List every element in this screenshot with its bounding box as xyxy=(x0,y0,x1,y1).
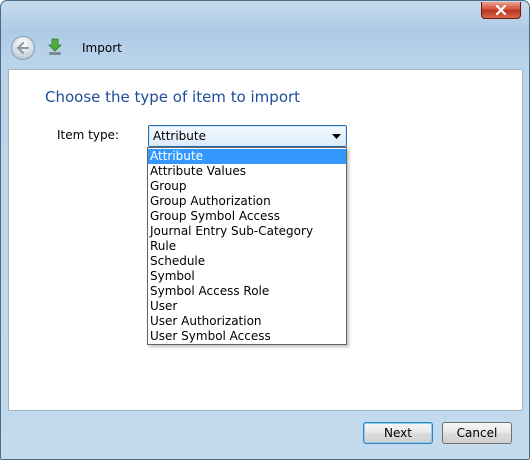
close-button[interactable] xyxy=(481,2,521,19)
dropdown-option[interactable]: Group Symbol Access xyxy=(148,209,346,224)
item-type-label: Item type: xyxy=(57,128,119,142)
back-button[interactable] xyxy=(11,36,35,60)
window-title: Import xyxy=(82,41,122,55)
dropdown-option[interactable]: Group Authorization xyxy=(148,194,346,209)
import-window: Import Choose the type of item to import… xyxy=(0,0,530,460)
dropdown-option[interactable]: Attribute Values xyxy=(148,164,346,179)
close-icon xyxy=(495,5,507,15)
dropdown-option[interactable]: Symbol xyxy=(148,269,346,284)
dropdown-option[interactable]: User Symbol Access xyxy=(148,329,346,344)
chevron-down-icon xyxy=(329,129,343,143)
dropdown-option[interactable]: User Authorization xyxy=(148,314,346,329)
page-heading: Choose the type of item to import xyxy=(45,88,301,106)
next-button[interactable]: Next xyxy=(363,422,433,444)
dropdown-option[interactable]: Group xyxy=(148,179,346,194)
back-arrow-icon xyxy=(17,42,29,54)
item-type-select[interactable]: Attribute xyxy=(148,125,347,147)
dropdown-option[interactable]: User xyxy=(148,299,346,314)
item-type-value: Attribute xyxy=(153,129,206,143)
dropdown-option[interactable]: Schedule xyxy=(148,254,346,269)
dropdown-option[interactable]: Journal Entry Sub-Category xyxy=(148,224,346,239)
item-type-dropdown-list: Attribute Attribute Values Group Group Auth… xyxy=(147,147,347,345)
cancel-button[interactable]: Cancel xyxy=(442,422,512,444)
dropdown-option[interactable]: Symbol Access Role xyxy=(148,284,346,299)
dropdown-option[interactable]: Attribute xyxy=(148,149,346,164)
import-icon xyxy=(48,38,62,55)
dropdown-option[interactable]: Rule xyxy=(148,239,346,254)
